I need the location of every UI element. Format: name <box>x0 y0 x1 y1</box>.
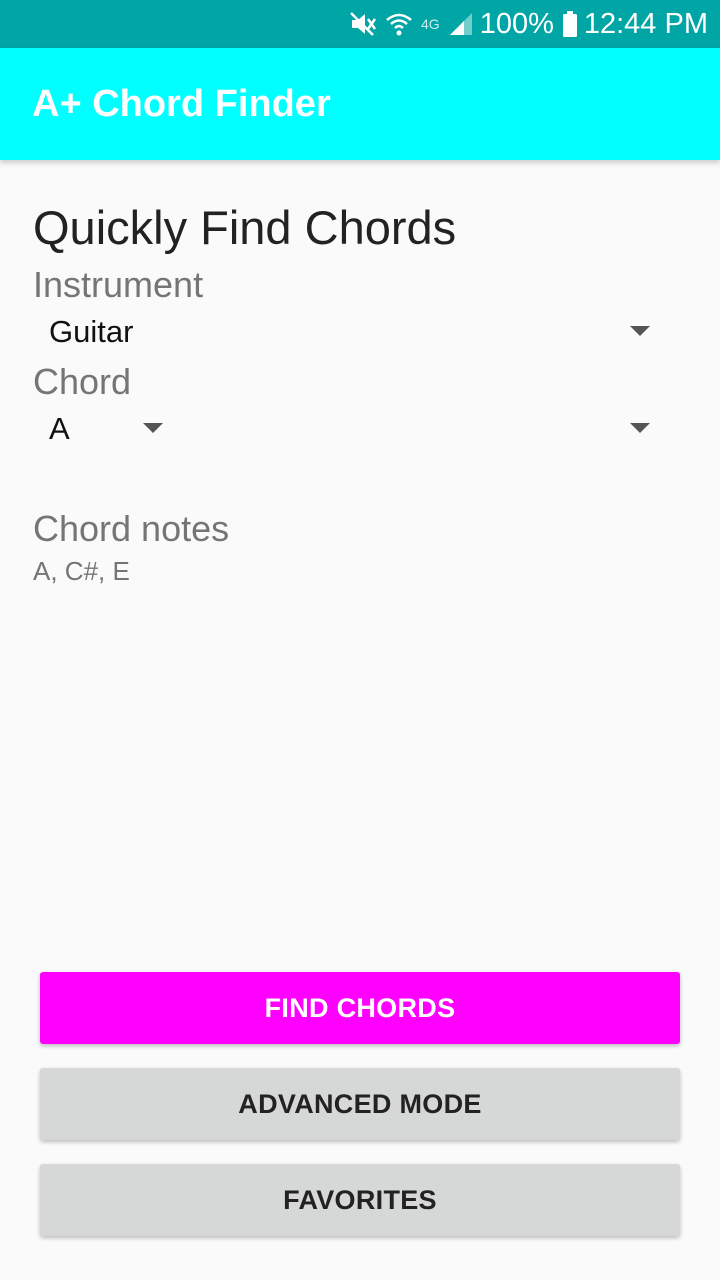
chord-root-value: A <box>49 411 70 446</box>
page-title: Quickly Find Chords <box>33 201 457 254</box>
instrument-spinner[interactable]: Guitar <box>33 304 673 364</box>
wifi-icon <box>385 10 413 38</box>
chevron-down-icon <box>630 326 650 336</box>
chevron-down-icon <box>143 423 163 433</box>
battery-icon <box>562 10 578 38</box>
clock: 12:44 PM <box>583 7 708 40</box>
chord-root-spinner[interactable]: A <box>33 401 183 461</box>
chord-label: Chord <box>33 361 132 402</box>
app-bar: A+ Chord Finder <box>0 48 720 160</box>
advanced-mode-button[interactable]: ADVANCED MODE <box>40 1068 680 1140</box>
chord-notes-value: A, C#, E <box>33 556 130 586</box>
signal-icon <box>448 11 474 37</box>
instrument-value: Guitar <box>49 314 134 349</box>
battery-percent: 100% <box>479 7 554 40</box>
app-title: A+ Chord Finder <box>32 82 331 125</box>
mute-icon <box>349 10 377 38</box>
instrument-label: Instrument <box>33 264 204 305</box>
chord-notes-label: Chord notes <box>33 508 230 549</box>
chevron-down-icon <box>630 423 650 433</box>
network-type-label: 4G <box>421 16 440 32</box>
status-bar: 4G 100% 12:44 PM <box>0 0 720 48</box>
find-chords-button[interactable]: FIND CHORDS <box>40 972 680 1044</box>
chord-type-spinner[interactable] <box>200 401 673 461</box>
favorites-button[interactable]: FAVORITES <box>40 1164 680 1236</box>
